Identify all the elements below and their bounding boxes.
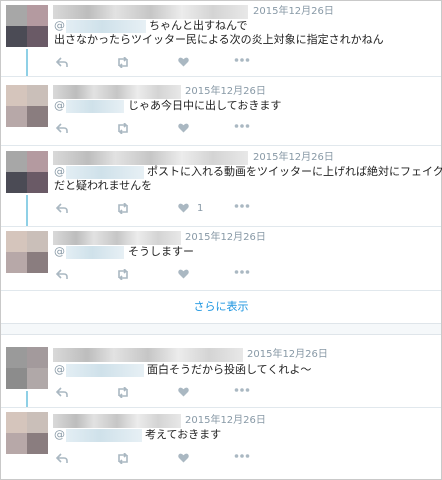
tweet-header: 2015年12月26日 xyxy=(53,85,441,99)
tweet-header: 2015年12月26日 xyxy=(53,414,441,428)
mention-prefix: @ xyxy=(54,19,65,32)
thread-line xyxy=(26,391,28,407)
heart-icon[interactable] xyxy=(178,453,189,463)
thread-line xyxy=(26,195,28,226)
reply-icon[interactable] xyxy=(56,123,68,134)
timestamp[interactable]: 2015年12月26日 xyxy=(247,348,328,362)
tweet-header: 2015年12月26日 xyxy=(53,231,441,245)
heart-icon[interactable] xyxy=(178,269,189,279)
tweet-header: 2015年12月26日 xyxy=(53,5,441,19)
timestamp[interactable]: 2015年12月26日 xyxy=(253,151,334,165)
tweet[interactable]: 2015年12月26日 @ ちゃんと出すねんで 出さなかったらツイッター民による… xyxy=(1,1,441,76)
tweet-header: 2015年12月26日 xyxy=(53,348,441,362)
thread-line xyxy=(26,49,28,76)
mention-prefix: @ xyxy=(54,99,65,112)
tweet-text: だと疑われませんを xyxy=(54,179,153,192)
mention-prefix: @ xyxy=(54,245,65,258)
user-name[interactable] xyxy=(53,85,181,99)
mention-handle[interactable] xyxy=(66,246,124,259)
avatar[interactable] xyxy=(6,5,48,47)
timestamp[interactable]: 2015年12月26日 xyxy=(185,85,266,99)
tweet[interactable]: 2015年12月26日 @ ポストに入れる動画をツイッターに上げれば絶対にフェイ… xyxy=(1,146,442,226)
mention-handle[interactable] xyxy=(66,100,124,113)
heart-icon[interactable] xyxy=(178,203,189,213)
reply-icon[interactable] xyxy=(56,453,68,464)
mention-handle[interactable] xyxy=(66,20,146,33)
tweet-actions xyxy=(54,123,294,135)
heart-icon[interactable] xyxy=(178,387,189,397)
avatar[interactable] xyxy=(6,412,48,454)
retweet-icon[interactable] xyxy=(116,269,130,280)
mention-prefix: @ xyxy=(54,363,65,376)
tweet-text: 面白そうだから投函してくれよ～ xyxy=(147,363,312,376)
retweet-icon[interactable] xyxy=(116,453,130,464)
timestamp[interactable]: 2015年12月26日 xyxy=(185,231,266,245)
timestamp[interactable]: 2015年12月26日 xyxy=(185,414,266,428)
retweet-icon[interactable] xyxy=(116,57,130,68)
retweet-icon[interactable] xyxy=(116,123,130,134)
avatar[interactable] xyxy=(6,85,48,127)
show-more-link[interactable]: さらに表示 xyxy=(1,299,441,315)
more-icon[interactable] xyxy=(234,123,250,129)
timestamp[interactable]: 2015年12月26日 xyxy=(253,5,334,19)
reply-icon[interactable] xyxy=(56,387,68,398)
mention-handle[interactable] xyxy=(66,364,144,377)
reply-icon[interactable] xyxy=(56,57,68,68)
tweet-text: 考えておきます xyxy=(145,428,222,441)
divider xyxy=(1,290,441,291)
retweet-icon[interactable] xyxy=(116,387,130,398)
tweet-actions xyxy=(54,269,294,281)
mention-handle[interactable] xyxy=(66,429,142,442)
mention-handle[interactable] xyxy=(66,166,144,179)
user-name[interactable] xyxy=(53,5,248,19)
tweet-text: ポストに入れる動画をツイッターに上げれば絶対にフェイク xyxy=(147,165,442,178)
tweet-text: ちゃんと出すねんで xyxy=(149,19,248,32)
tweet[interactable]: 2015年12月26日 @ 考えておきます xyxy=(1,408,441,478)
tweet-actions xyxy=(54,453,294,465)
heart-icon[interactable] xyxy=(178,123,189,133)
tweet-actions xyxy=(54,57,294,69)
tweet-text: じゃあ今日中に出しておきます xyxy=(128,99,282,112)
retweet-icon[interactable] xyxy=(116,203,130,214)
user-name[interactable] xyxy=(53,348,243,362)
tweet-text: 出さなかったらツイッター民による次の炎上対象に指定されかねん xyxy=(54,33,384,46)
section-gap xyxy=(1,323,441,335)
mention-prefix: @ xyxy=(54,165,65,178)
more-icon[interactable] xyxy=(234,269,250,275)
avatar[interactable] xyxy=(6,151,48,193)
tweet-actions xyxy=(54,387,294,399)
tweet-text: そうしますー xyxy=(128,245,194,258)
tweet[interactable]: 2015年12月26日 @ 面白そうだから投函してくれよ～ xyxy=(1,345,441,407)
like-count: 1 xyxy=(197,203,204,214)
more-icon[interactable] xyxy=(234,203,250,209)
tweet[interactable]: 2015年12月26日 @ そうしますー xyxy=(1,227,441,289)
user-name[interactable] xyxy=(53,151,248,165)
avatar[interactable] xyxy=(6,347,48,389)
avatar[interactable] xyxy=(6,231,48,273)
more-icon[interactable] xyxy=(234,453,250,459)
user-name[interactable] xyxy=(53,414,181,428)
reply-icon[interactable] xyxy=(56,203,68,214)
heart-icon[interactable] xyxy=(178,57,189,67)
conversation-panel: 2015年12月26日 @ ちゃんと出すねんで 出さなかったらツイッター民による… xyxy=(0,0,442,480)
more-icon[interactable] xyxy=(234,387,250,393)
tweet-header: 2015年12月26日 xyxy=(53,151,441,165)
mention-prefix: @ xyxy=(54,428,65,441)
user-name[interactable] xyxy=(53,231,181,245)
reply-icon[interactable] xyxy=(56,269,68,280)
tweet[interactable]: 2015年12月26日 @ じゃあ今日中に出しておきます xyxy=(1,77,441,145)
more-icon[interactable] xyxy=(234,57,250,63)
tweet-actions: 1 xyxy=(54,203,294,215)
